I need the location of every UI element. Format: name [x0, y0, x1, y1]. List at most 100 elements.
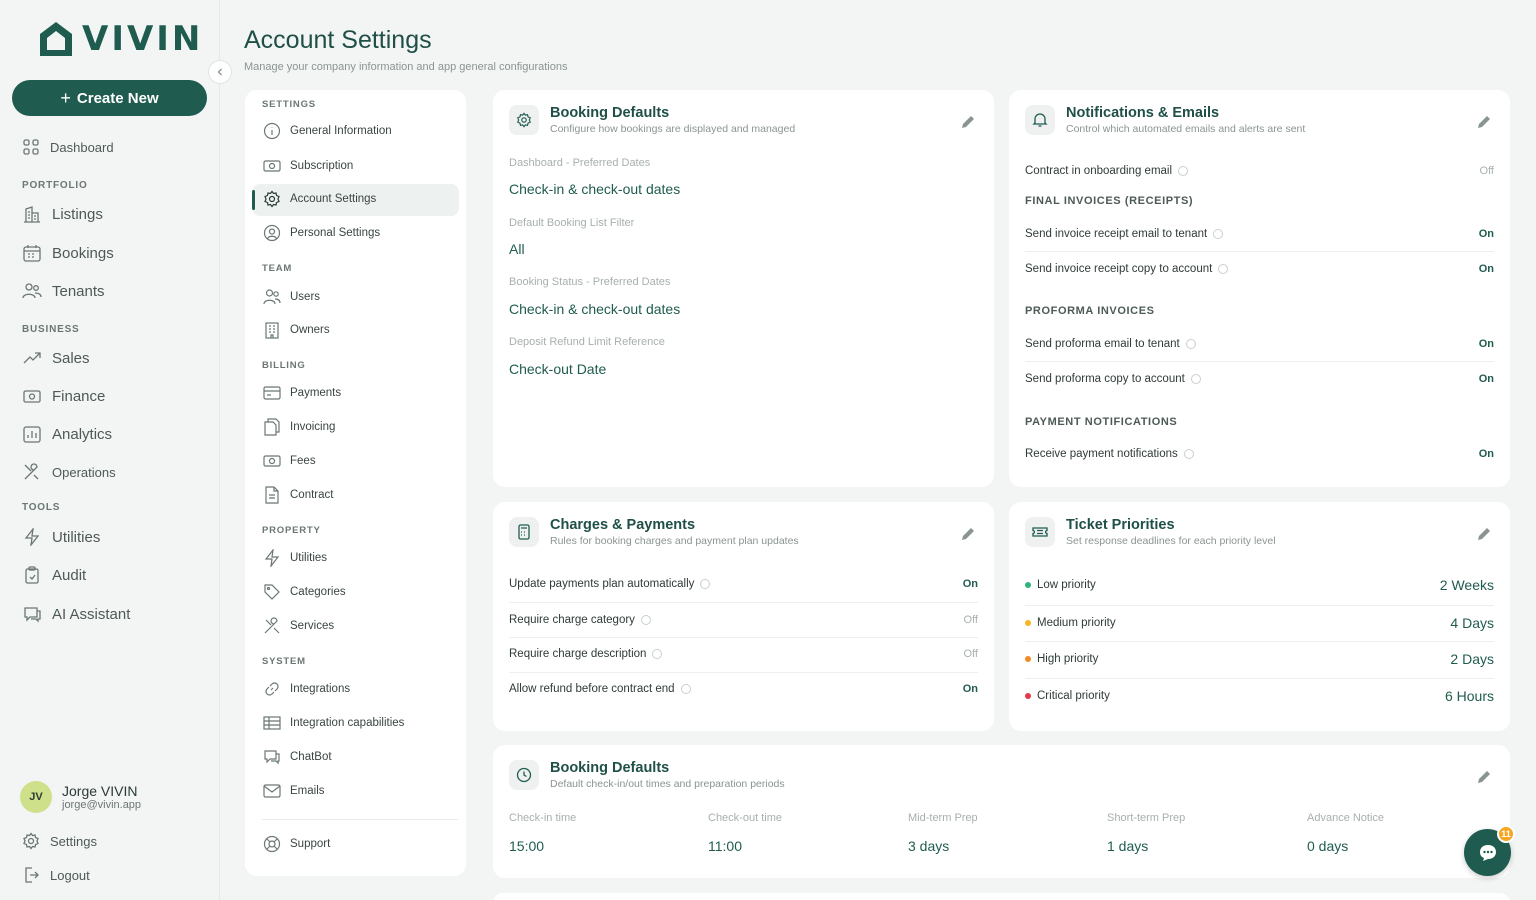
field-label: Check-out time — [708, 812, 782, 824]
card-title: Booking Defaults — [550, 760, 670, 776]
info-icon — [1190, 374, 1201, 384]
info-circle-icon — [263, 122, 281, 140]
field-value: 1 days — [1107, 838, 1149, 854]
subnav-item-services[interactable]: Services — [263, 617, 334, 635]
pencil-icon — [962, 528, 974, 540]
info-icon — [680, 684, 691, 694]
subnav-item-label: Owners — [290, 324, 330, 336]
priority-dot — [1025, 620, 1031, 626]
subnav-item-users[interactable]: Users — [263, 288, 320, 306]
info-icon — [1213, 229, 1224, 239]
sidebar-item-analytics[interactable]: Analytics — [22, 425, 112, 443]
setting-row[interactable]: Receive payment notifications On — [1025, 444, 1494, 464]
subnav-item-label: Utilities — [290, 552, 328, 564]
subnav-item-capabilities[interactable]: Integration capabilities — [263, 714, 404, 732]
field-label: Advance Notice — [1307, 812, 1385, 824]
setting-label: Send invoice receipt email to tenant — [1025, 228, 1208, 240]
notification-badge: 11 — [1497, 825, 1515, 843]
edit-button[interactable] — [1476, 114, 1492, 130]
subnav-item-label: ChatBot — [290, 751, 332, 763]
subnav-item-account-settings[interactable]: Account Settings — [263, 190, 376, 208]
booking-defaults-card: Booking Defaults Configure how bookings … — [493, 90, 994, 487]
setting-row[interactable]: Allow refund before contract end On — [509, 679, 978, 699]
sidebar-item-settings[interactable]: Settings — [22, 832, 97, 850]
sidebar-item-sales[interactable]: Sales — [22, 349, 90, 367]
field-label: Mid-term Prep — [908, 812, 978, 824]
subnav-item-invoicing[interactable]: Invoicing — [263, 418, 335, 436]
priority-row[interactable]: High priority 2 Days — [1025, 649, 1494, 669]
row-divider — [509, 602, 978, 603]
logo-text: VIVIN — [82, 19, 204, 59]
field-label: Dashboard - Preferred Dates — [509, 157, 651, 169]
subnav-item-label: Contract — [290, 489, 334, 501]
subnav-item-subscription[interactable]: Subscription — [263, 157, 353, 175]
subnav-item-personal[interactable]: Personal Settings — [263, 224, 380, 242]
subnav-item-general[interactable]: General Information — [263, 122, 392, 140]
sidebar-item-bookings[interactable]: Bookings — [22, 244, 114, 262]
banknote-icon — [263, 160, 281, 172]
info-icon — [1183, 449, 1194, 459]
next-card-edge — [493, 893, 1510, 900]
sidebar-item-operations[interactable]: Operations — [22, 463, 116, 481]
sidebar-item-label: AI Assistant — [52, 605, 131, 623]
user-profile[interactable]: JV Jorge VIVIN jorge@vivin.app — [20, 781, 141, 813]
subnav-item-support[interactable]: Support — [263, 835, 330, 853]
user-circle-icon — [263, 224, 281, 242]
priority-row[interactable]: Low priority 2 Weeks — [1025, 575, 1494, 595]
setting-row[interactable]: Contract in onboarding email Off — [1025, 161, 1494, 181]
setting-value: On — [1478, 448, 1494, 460]
setting-label: Receive payment notifications — [1025, 448, 1178, 460]
subnav-item-fees[interactable]: Fees — [263, 452, 316, 470]
field-value: Check-in & check-out dates — [509, 181, 681, 197]
sidebar-item-listings[interactable]: Listings — [22, 205, 103, 223]
priority-row[interactable]: Critical priority 6 Hours — [1025, 686, 1494, 706]
edit-button[interactable] — [960, 526, 976, 542]
create-new-button[interactable]: + Create New — [12, 80, 207, 116]
subnav-item-owners[interactable]: Owners — [263, 321, 330, 339]
subnav-item-payments[interactable]: Payments — [263, 384, 341, 402]
sidebar-item-dashboard[interactable]: Dashboard — [22, 138, 114, 156]
priority-value: 4 Days — [1450, 615, 1494, 631]
setting-row[interactable]: Update payments plan automatically On — [509, 574, 978, 594]
edit-button[interactable] — [1476, 769, 1492, 785]
setting-row[interactable]: Send proforma email to tenant On — [1025, 334, 1494, 354]
gear-icon — [264, 190, 280, 208]
subnav-item-categories[interactable]: Categories — [263, 583, 346, 601]
mail-icon — [263, 784, 281, 798]
edit-button[interactable] — [960, 114, 976, 130]
sidebar-item-logout[interactable]: Logout — [22, 866, 90, 884]
sidebar-item-audit[interactable]: Audit — [22, 566, 86, 584]
field-value: 3 days — [908, 838, 950, 854]
collapse-sidebar-button[interactable] — [208, 60, 232, 84]
sidebar-item-ai-assistant[interactable]: AI Assistant — [22, 605, 130, 623]
sidebar-item-finance[interactable]: Finance — [22, 387, 105, 405]
subnav-item-emails[interactable]: Emails — [263, 782, 325, 800]
sidebar-item-tenants[interactable]: Tenants — [22, 282, 105, 300]
sidebar-item-utilities[interactable]: Utilities — [22, 528, 100, 546]
link-icon — [265, 682, 279, 696]
edit-button[interactable] — [1476, 526, 1492, 542]
trending-up-icon — [23, 352, 41, 364]
subnav-item-integrations[interactable]: Integrations — [263, 680, 350, 698]
priority-label: Medium priority — [1037, 617, 1116, 629]
setting-label: Send invoice receipt copy to account — [1025, 263, 1213, 275]
priority-row[interactable]: Medium priority 4 Days — [1025, 613, 1494, 633]
priority-label: Critical priority — [1037, 690, 1110, 702]
banknote-icon — [263, 455, 281, 467]
setting-row[interactable]: Send proforma copy to account On — [1025, 369, 1494, 389]
setting-row[interactable]: Send invoice receipt email to tenant On — [1025, 224, 1494, 244]
field-label: Check-in time — [509, 812, 577, 824]
app-logo[interactable]: VIVIN — [36, 18, 203, 60]
table-icon — [263, 716, 281, 730]
setting-row[interactable]: Send invoice receipt copy to account On — [1025, 259, 1494, 279]
subnav-item-contract[interactable]: Contract — [263, 486, 333, 504]
priority-dot — [1025, 693, 1031, 699]
subnav-item-label: Support — [290, 838, 331, 850]
setting-row[interactable]: Require charge description Off — [509, 644, 978, 664]
subnav-item-utilities[interactable]: Utilities — [263, 549, 327, 567]
subnav-item-chatbot[interactable]: ChatBot — [263, 748, 332, 766]
charges-payments-card: Charges & Payments Rules for booking cha… — [493, 502, 994, 731]
setting-row[interactable]: Require charge category Off — [509, 610, 978, 630]
subnav-divider — [262, 819, 458, 820]
priority-value: 6 Hours — [1444, 688, 1494, 704]
